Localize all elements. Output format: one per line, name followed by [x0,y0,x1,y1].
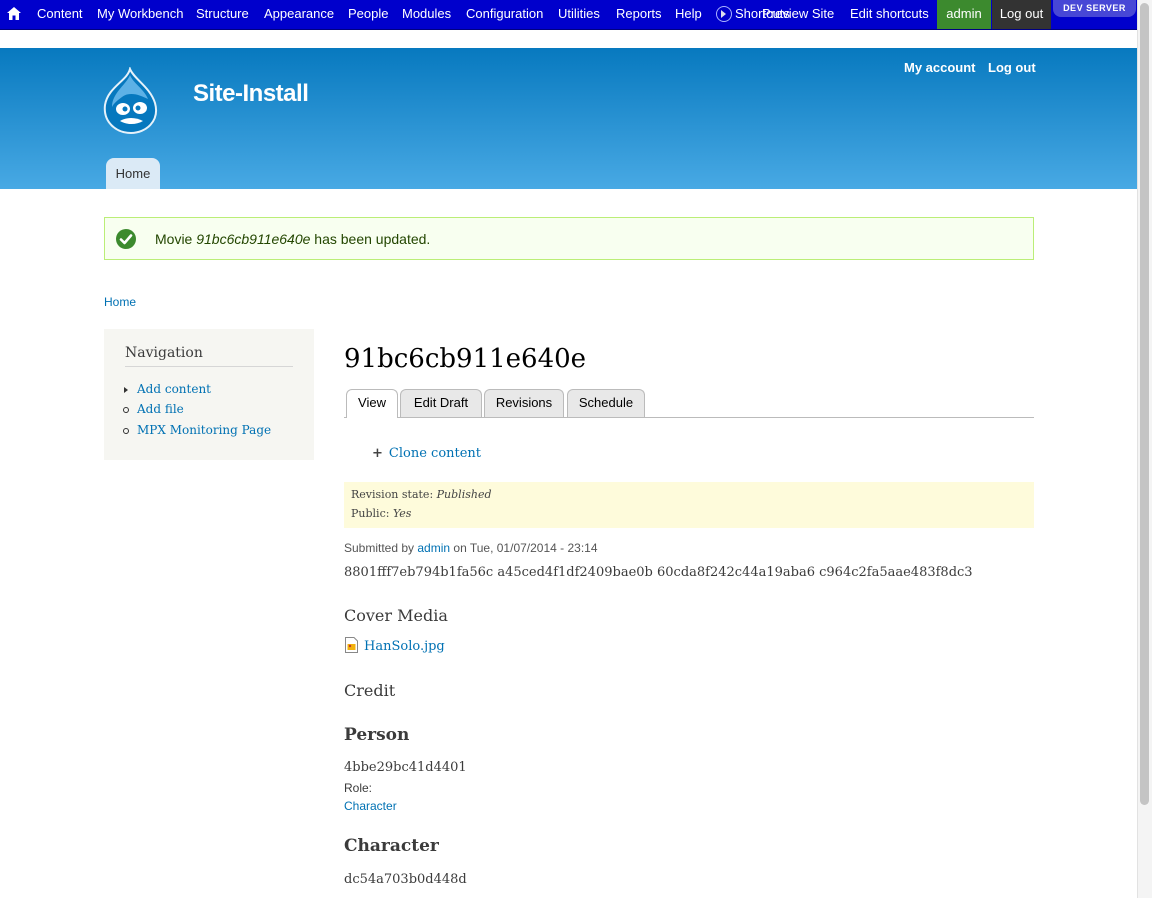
toolbar-edit-shortcuts[interactable]: Edit shortcuts [850,0,929,29]
tab-view[interactable]: View [346,389,398,418]
check-icon [116,229,136,249]
plus-icon: + [372,446,383,461]
toolbar-logout-button[interactable]: Log out [992,0,1051,29]
character-heading: Character [344,836,439,856]
tab-schedule[interactable]: Schedule [567,389,645,417]
tab-revisions[interactable]: Revisions [484,389,564,417]
toolbar-utilities[interactable]: Utilities [558,0,600,29]
nav-add-content[interactable]: Add content [137,382,211,396]
drupal-logo-icon[interactable] [100,67,162,135]
role-label: Role: [344,781,373,795]
nav-add-file[interactable]: Add file [137,402,184,416]
toolbar-people[interactable]: People [348,0,388,29]
clone-content-link[interactable]: + Clone content [372,446,481,461]
nav-mpx-monitoring[interactable]: MPX Monitoring Page [137,423,271,437]
admin-toolbar: Content My Workbench Structure Appearanc… [0,0,1137,30]
toolbar-content[interactable]: Content [37,0,83,29]
toolbar-preview-site[interactable]: Preview Site [762,0,834,29]
tab-edit-draft[interactable]: Edit Draft [400,389,482,417]
toolbar-user-button[interactable]: admin [937,0,991,29]
my-account-link[interactable]: My account [904,60,976,75]
collapsed-arrow-icon [124,387,128,393]
status-message-node-title: 91bc6cb911e640e [196,231,311,247]
submitted-info: Submitted by admin on Tue, 01/07/2014 - … [344,541,598,555]
site-name[interactable]: Site-Install [193,80,309,108]
toolbar-structure[interactable]: Structure [196,0,249,29]
character-value: dc54a703b0d448d [344,872,467,887]
scrollbar-thumb[interactable] [1140,3,1149,805]
cover-media-heading: Cover Media [344,606,448,625]
toolbar-help[interactable]: Help [675,0,702,29]
author-link[interactable]: admin [417,541,450,555]
toolbar-appearance[interactable]: Appearance [264,0,334,29]
role-character-link[interactable]: Character [344,799,397,813]
public-state: Public: Yes [351,507,412,520]
node-tabs: View Edit Draft Revisions Schedule [344,388,1034,418]
person-heading: Person [344,725,410,745]
revision-info: Revision state: Published Public: Yes [344,482,1034,528]
header-logout-link[interactable]: Log out [988,60,1036,75]
toolbar-modules[interactable]: Modules [402,0,451,29]
bullet-icon [123,407,129,413]
navigation-block-title: Navigation [125,345,293,367]
image-file-icon [345,637,358,653]
cover-file-link[interactable]: HanSolo.jpg [364,639,445,654]
dev-server-badge: DEV SERVER [1053,0,1136,17]
main-menu-home-tab[interactable]: Home [106,158,160,189]
shortcuts-toggle-icon[interactable] [716,6,732,22]
node-body: 8801fff7eb794b1fa56c a45ced4f1df2409bae0… [344,565,973,580]
toolbar-reports[interactable]: Reports [616,0,662,29]
toolbar-my-workbench[interactable]: My Workbench [97,0,183,29]
credit-heading: Credit [344,681,396,700]
status-message-text: Movie 91bc6cb911e640e has been updated. [155,231,431,247]
toolbar-configuration[interactable]: Configuration [466,0,543,29]
person-value: 4bbe29bc41d4401 [344,760,467,775]
revision-state: Revision state: Published [351,488,492,501]
status-message: Movie 91bc6cb911e640e has been updated. [104,217,1034,260]
site-header: Site-Install My account Log out Home [0,48,1137,189]
page-title: 91bc6cb911e640e [344,344,587,374]
bullet-icon [123,428,129,434]
navigation-block: Navigation Add content Add file MPX Moni… [104,329,314,460]
breadcrumb-home-link[interactable]: Home [104,295,136,309]
home-icon[interactable] [5,5,23,23]
